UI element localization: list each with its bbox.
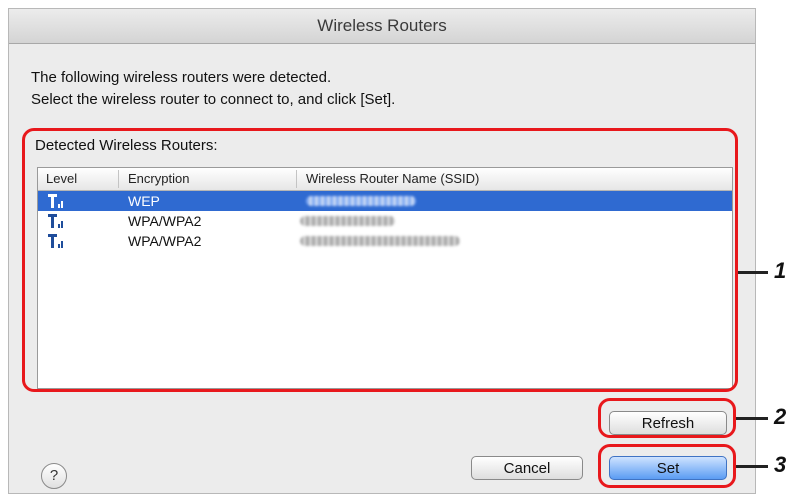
intro-text: The following wireless routers were dete… <box>31 67 395 111</box>
callout-box-router-list <box>22 128 738 392</box>
callout-line-1 <box>738 271 768 274</box>
callout-line-3 <box>736 465 768 468</box>
intro-line-1: The following wireless routers were dete… <box>31 69 332 86</box>
help-button[interactable]: ? <box>41 463 67 489</box>
callout-number-3: 3 <box>774 452 787 477</box>
callout-line-2 <box>736 417 768 420</box>
intro-line-2: Select the wireless router to connect to… <box>31 91 396 108</box>
window-title: Wireless Routers <box>9 9 755 44</box>
callout-box-refresh <box>598 398 736 438</box>
callout-number-1: 1 <box>774 258 787 283</box>
callout-number-2: 2 <box>774 404 787 429</box>
cancel-button[interactable]: Cancel <box>471 456 583 480</box>
callout-box-set <box>598 444 736 488</box>
